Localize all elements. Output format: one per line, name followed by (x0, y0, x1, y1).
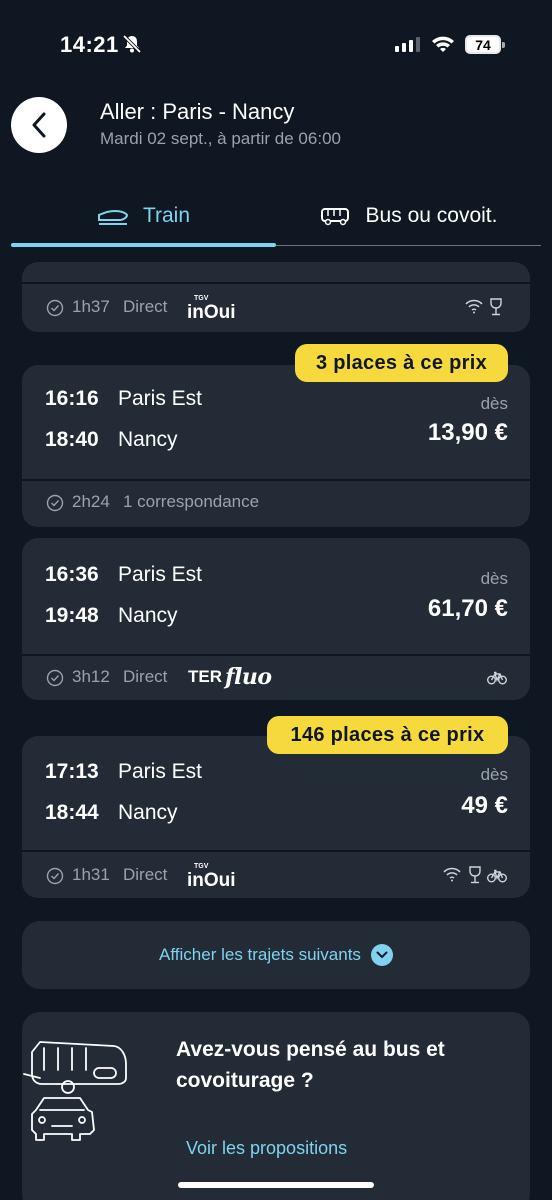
wine-glass-icon (490, 298, 502, 316)
journey-duration: 2h24 (72, 492, 110, 511)
availability-badge: 3 places à ce prix (295, 344, 508, 382)
clock-icon (46, 494, 64, 512)
departure-station: Paris Est (118, 563, 203, 586)
price-from-label: dès (480, 394, 508, 413)
wifi-icon (443, 867, 461, 882)
arrival-time: 19:48 (45, 604, 99, 627)
svg-text:inOui: inOui (187, 870, 236, 890)
journey-footer: 1h37 Direct TGV inOui (22, 286, 530, 330)
clock-icon (46, 299, 64, 317)
departure-time: 16:36 (45, 563, 99, 586)
departure-time: 16:16 (45, 387, 99, 410)
svg-text:TGV: TGV (194, 863, 209, 870)
journey-duration: 3h12 (72, 667, 110, 686)
bell-off-icon (122, 34, 142, 54)
availability-badge: 146 places à ce prix (267, 716, 508, 754)
bus-carpool-promo: Avez-vous pensé au bus et covoiturage ? … (22, 1012, 530, 1200)
promo-text: Avez-vous pensé au bus et covoiturage ? (176, 1038, 445, 1092)
tab-bus[interactable]: Bus ou covoit. (276, 190, 541, 242)
journey-type: Direct (123, 297, 168, 316)
tab-divider (276, 245, 541, 246)
status-bar: 14:21 74 (0, 0, 552, 90)
bus-icon (320, 208, 349, 226)
train-icon (97, 210, 128, 225)
show-next-journeys-button[interactable]: Afficher les trajets suivants (22, 921, 530, 989)
journey-duration: 1h37 (72, 297, 110, 316)
journey-card[interactable]: 17:13 Paris Est 18:44 Nancy dès 49 € 1h3… (22, 736, 530, 898)
arrival-station: Nancy (118, 428, 178, 451)
status-time: 14:21 (60, 32, 119, 57)
bike-icon (487, 671, 507, 685)
price: 61,70 € (427, 595, 508, 622)
card-divider (22, 850, 530, 852)
page-header: Aller : Paris - Nancy Mardi 02 sept., à … (0, 95, 552, 165)
page-subtitle: Mardi 02 sept., à partir de 06:00 (100, 129, 341, 148)
journey-footer: 1h31 Direct TGV inOui (22, 854, 530, 898)
svg-text:TGV: TGV (194, 295, 209, 302)
tab-active-indicator (11, 243, 276, 247)
tgv-inoui-logo: TGV inOui (187, 863, 236, 890)
page-title: Aller : Paris - Nancy (100, 99, 295, 124)
tab-train-label: Train (142, 204, 191, 227)
svg-text:inOui: inOui (187, 302, 236, 322)
tgv-inoui-logo: TGV inOui (187, 295, 236, 322)
journey-footer: 2h24 1 correspondance (22, 481, 530, 525)
journey-card[interactable]: 16:36 Paris Est 19:48 Nancy dès 61,70 € … (22, 538, 530, 700)
tab-train[interactable]: Train (11, 190, 276, 242)
journey-type: Direct (123, 865, 168, 884)
journey-type: Direct (123, 667, 168, 686)
price-from-label: dès (480, 765, 508, 784)
price: 49 € (461, 792, 508, 819)
home-indicator[interactable] (178, 1182, 374, 1188)
wifi-status-icon (432, 36, 454, 52)
see-proposals-link[interactable]: Voir les propositions (186, 1138, 347, 1159)
arrival-station: Nancy (118, 604, 178, 627)
price: 13,90 € (427, 419, 508, 446)
show-next-journeys-label: Afficher les trajets suivants (159, 945, 361, 964)
journey-footer: 3h12 Direct TER fluo (22, 656, 530, 700)
card-divider (22, 282, 530, 284)
back-button[interactable] (11, 97, 67, 153)
fluo-logo-text: fluo (225, 664, 272, 690)
tab-bus-label: Bus ou covoit. (365, 204, 498, 227)
journey-duration: 1h31 (72, 865, 110, 884)
departure-time: 17:13 (45, 760, 99, 783)
transport-tabs: Train Bus ou covoit. (11, 190, 541, 250)
journey-card[interactable]: 16:16 Paris Est 18:40 Nancy dès 13,90 € … (22, 365, 530, 527)
journey-type: 1 correspondance (123, 492, 260, 511)
journey-card[interactable]: 1h37 Direct TGV inOui (22, 262, 530, 332)
arrival-time: 18:40 (45, 428, 99, 451)
arrival-station: Nancy (118, 801, 178, 824)
clock-icon (46, 669, 64, 687)
ter-logo-text: TER (188, 667, 222, 686)
chevron-down-icon (370, 944, 393, 966)
wine-glass-icon (469, 866, 481, 884)
price-from-label: dès (480, 569, 508, 588)
chevron-left-icon (32, 112, 46, 138)
battery-indicator: 74 (465, 35, 505, 54)
clock-icon (46, 867, 64, 885)
wifi-icon (465, 299, 483, 314)
bus-car-illustration-icon (23, 1041, 127, 1141)
bike-icon (487, 869, 507, 883)
cellular-signal-icon (395, 36, 420, 52)
departure-station: Paris Est (118, 387, 203, 410)
departure-station: Paris Est (118, 760, 203, 783)
arrival-time: 18:44 (45, 801, 99, 824)
